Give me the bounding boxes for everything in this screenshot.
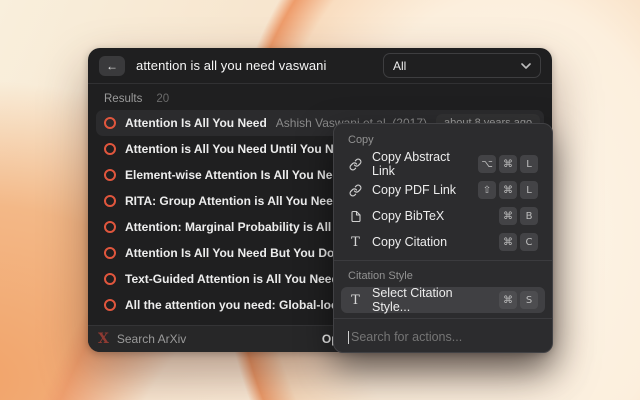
cmd-key-icon: ⌘ xyxy=(499,155,517,173)
cmd-key-icon: ⌘ xyxy=(499,207,517,225)
menu-item-copy-abstract-link[interactable]: Copy Abstract Link ⌥ ⌘ L xyxy=(341,151,545,177)
search-input[interactable]: attention is all you need vaswani xyxy=(136,58,326,73)
option-key-icon: ⌥ xyxy=(478,155,496,173)
results-header: Results 20 xyxy=(88,84,552,110)
l-key-icon: L xyxy=(520,155,538,173)
text-icon: T xyxy=(348,235,363,250)
menu-divider xyxy=(334,260,552,261)
menu-item-label: Copy BibTeX xyxy=(372,209,444,223)
b-key-icon: B xyxy=(520,207,538,225)
menu-item-copy-citation[interactable]: T Copy Citation ⌘ C xyxy=(341,229,545,255)
shift-key-icon: ⇧ xyxy=(478,181,496,199)
link-icon xyxy=(348,158,363,171)
link-icon xyxy=(348,184,363,197)
cmd-key-icon: ⌘ xyxy=(499,291,517,309)
cmd-key-icon: ⌘ xyxy=(499,233,517,251)
paper-circle-icon xyxy=(104,247,116,259)
menu-item-label: Copy Citation xyxy=(372,235,447,249)
c-key-icon: C xyxy=(520,233,538,251)
chevron-down-icon xyxy=(521,63,531,69)
menu-item-label: Select Citation Style... xyxy=(372,286,490,314)
category-dropdown[interactable]: All xyxy=(383,53,541,78)
results-count: 20 xyxy=(156,93,169,105)
menu-item-copy-pdf-link[interactable]: Copy PDF Link ⇧ ⌘ L xyxy=(341,177,545,203)
back-button[interactable]: ← xyxy=(99,56,125,76)
menu-item-label: Copy PDF Link xyxy=(372,183,456,197)
text-icon: T xyxy=(348,293,363,308)
cmd-key-icon: ⌘ xyxy=(499,181,517,199)
menu-item-select-citation-style[interactable]: T Select Citation Style... ⌘ S xyxy=(341,287,545,313)
paper-circle-icon xyxy=(104,299,116,311)
paper-circle-icon xyxy=(104,221,116,233)
result-title: Element-wise Attention Is All You Need xyxy=(125,168,346,182)
text-cursor xyxy=(348,331,349,344)
menu-item-label: Copy Abstract Link xyxy=(372,150,469,178)
actions-search-placeholder: Search for actions... xyxy=(351,330,462,344)
actions-search-input[interactable]: Search for actions... xyxy=(341,324,545,352)
arxiv-logo-icon: X xyxy=(98,331,109,347)
extension-name: Search ArXiv xyxy=(117,332,186,346)
menu-section-header-citation-style: Citation Style xyxy=(341,266,545,287)
paper-circle-icon xyxy=(104,143,116,155)
results-label: Results xyxy=(104,93,142,105)
paper-circle-icon xyxy=(104,117,116,129)
category-dropdown-value: All xyxy=(393,59,406,73)
menu-section-header-copy: Copy xyxy=(341,130,545,151)
back-arrow-icon: ← xyxy=(106,59,118,73)
actions-context-menu: Copy Copy Abstract Link ⌥ ⌘ L Copy PDF L… xyxy=(333,123,553,353)
s-key-icon: S xyxy=(520,291,538,309)
document-icon xyxy=(348,210,363,223)
paper-circle-icon xyxy=(104,169,116,181)
search-header: ← attention is all you need vaswani All xyxy=(88,48,552,84)
result-title: Attention Is All You Need xyxy=(125,116,267,130)
paper-circle-icon xyxy=(104,195,116,207)
paper-circle-icon xyxy=(104,273,116,285)
menu-item-copy-bibtex[interactable]: Copy BibTeX ⌘ B xyxy=(341,203,545,229)
l-key-icon: L xyxy=(520,181,538,199)
menu-divider xyxy=(334,318,552,319)
